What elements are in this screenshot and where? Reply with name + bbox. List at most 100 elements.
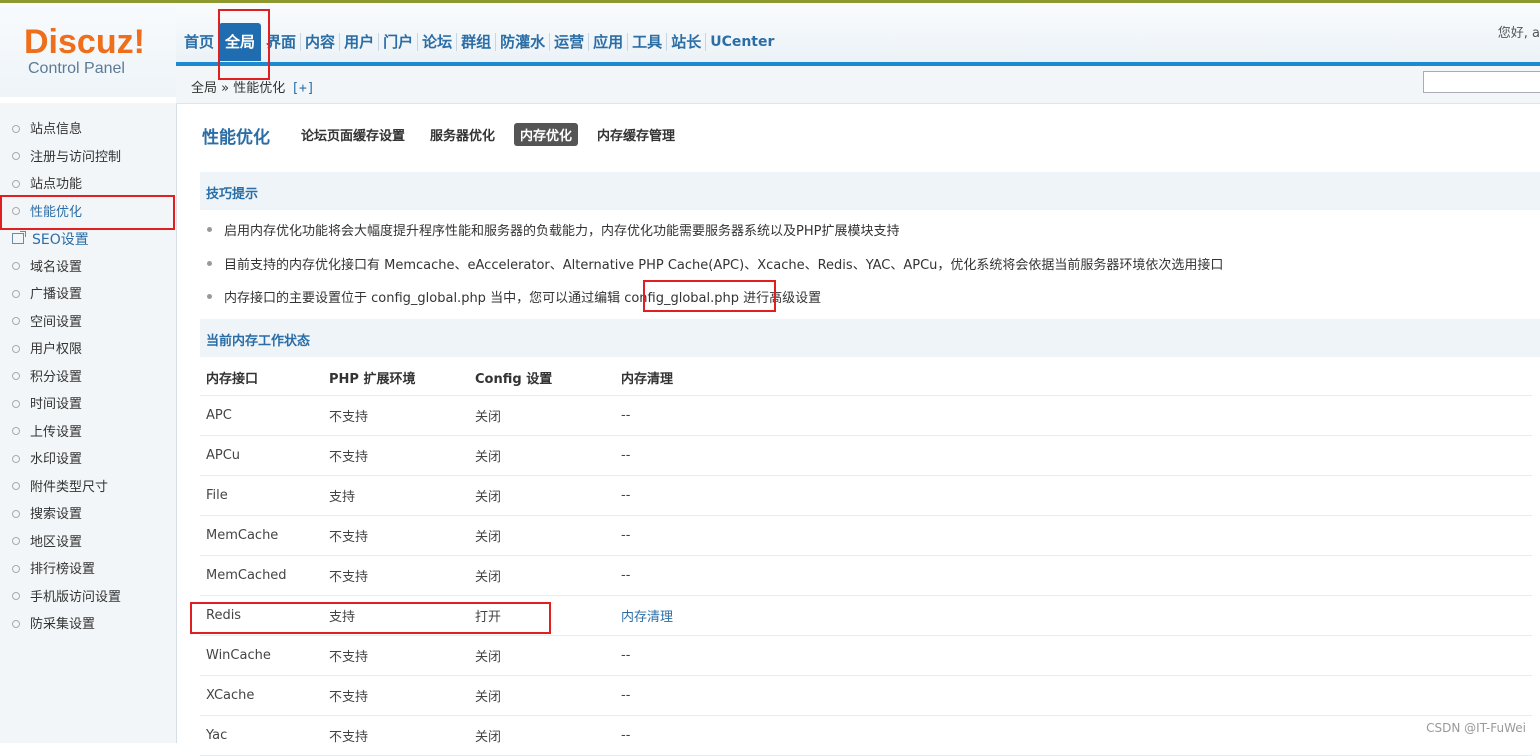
bullet-icon [207, 294, 212, 299]
nav-item[interactable]: 界面 [262, 33, 302, 51]
bullet-icon [12, 207, 20, 215]
table-cell: -- [615, 555, 1532, 596]
sidebar-item[interactable]: 性能优化 [12, 202, 82, 224]
sub-tab[interactable]: 论坛页面缓存设置 [295, 123, 411, 146]
sidebar-item[interactable]: 手机版访问设置 [12, 587, 121, 609]
bullet-icon [12, 262, 20, 270]
nav-item[interactable]: 首页 [180, 33, 220, 51]
status-title: 当前内存工作状态 [206, 334, 311, 349]
tips-header: 技巧提示 [200, 172, 1540, 210]
sidebar-item[interactable]: 域名设置 [12, 257, 82, 279]
table-header-row: 内存接口 PHP 扩展环境 Config 设置 内存清理 [200, 359, 1532, 396]
table-cell: MemCache [200, 515, 323, 556]
sidebar-item[interactable]: 注册与访问控制 [12, 147, 121, 169]
search-input[interactable] [1423, 71, 1540, 93]
table-row: WinCache 不支持 关闭 -- [200, 635, 1532, 676]
sidebar-item-label: 站点功能 [30, 177, 83, 192]
bullet-icon [207, 261, 212, 266]
column-header: 内存接口 [200, 359, 323, 396]
user-greeting: 您好, a [1497, 26, 1540, 41]
sidebar-item[interactable]: 水印设置 [12, 449, 82, 471]
sidebar-item[interactable]: 上传设置 [12, 422, 82, 444]
table-row: XCache 不支持 关闭 -- [200, 675, 1532, 716]
table-cell: Yac [200, 715, 323, 756]
sidebar-item[interactable]: 空间设置 [12, 312, 82, 334]
sub-tab[interactable]: 内存缓存管理 [591, 123, 681, 146]
table-row: MemCached 不支持 关闭 -- [200, 555, 1532, 596]
tip-item: 目前支持的内存优化接口有 Memcache、eAccelerator、Alter… [207, 254, 1223, 273]
nav-item[interactable]: 门户 [379, 33, 419, 51]
table-cell: 支持 [323, 595, 469, 636]
table-cell: 关闭 [469, 515, 615, 556]
nav-item[interactable]: 应用 [589, 33, 629, 51]
table-cell: 不支持 [323, 555, 469, 596]
table-row: File 支持 关闭 -- [200, 475, 1532, 516]
sidebar-item-label: 性能优化 [30, 204, 83, 220]
nav-item[interactable]: 内容 [301, 33, 341, 51]
sidebar-item[interactable]: 时间设置 [12, 394, 82, 416]
add-shortcut-button[interactable]: [+] [291, 81, 314, 96]
table-row: APC 不支持 关闭 -- [200, 395, 1532, 436]
bullet-icon [207, 227, 212, 232]
nav-item[interactable]: 站长 [667, 33, 707, 51]
sidebar-item[interactable]: 搜索设置 [12, 504, 82, 526]
table-cell: 关闭 [469, 395, 615, 436]
sidebar-item[interactable]: 防采集设置 [12, 614, 95, 636]
bullet-icon [12, 537, 20, 545]
sidebar-item[interactable]: 附件类型尺寸 [12, 477, 108, 499]
sidebar-item[interactable]: SEO设置 [12, 229, 89, 251]
table-cell: 支持 [323, 475, 469, 516]
nav-item[interactable]: 防灌水 [496, 33, 551, 51]
sidebar-item[interactable]: 地区设置 [12, 532, 82, 554]
table-cell: 关闭 [469, 635, 615, 676]
sidebar-item[interactable]: 站点功能 [12, 174, 82, 196]
tip-item: 启用内存优化功能将会大幅度提升程序性能和服务器的负载能力，内存优化功能需要服务器… [207, 220, 899, 239]
header: 首页 全局 界面 内容 用户 门户 论坛 群组 防灌水 运营 应用 工具 站长 UCenter 您好, a [176, 3, 1540, 66]
table-cell: 关闭 [469, 555, 615, 596]
logo[interactable]: Discuz! Control Panel [0, 3, 176, 97]
bullet-icon [12, 619, 20, 628]
table-cell: XCache [200, 675, 323, 716]
sub-tab[interactable]: 服务器优化 [424, 123, 501, 146]
nav-item[interactable]: 论坛 [418, 33, 458, 51]
table-cell: 不支持 [323, 395, 469, 436]
sidebar-item[interactable]: 积分设置 [12, 367, 82, 389]
table-cell: -- [615, 475, 1532, 516]
nav-item[interactable]: 用户 [340, 33, 380, 51]
nav-item[interactable]: 工具 [628, 33, 668, 51]
sidebar-item-label: 注册与访问控制 [30, 149, 122, 165]
bullet-icon [12, 372, 20, 380]
sidebar-item[interactable]: 广播设置 [12, 284, 82, 306]
sidebar-item-label: 防采集设置 [30, 617, 96, 632]
sidebar-item-label: 附件类型尺寸 [30, 479, 109, 495]
tips-title: 技巧提示 [206, 187, 259, 202]
bullet-icon [12, 482, 20, 490]
logo-subtitle: Control Panel [28, 60, 125, 77]
sidebar-item[interactable]: 站点信息 [12, 119, 82, 141]
breadcrumb-row: 全局 » 性能优化 [+] [176, 66, 1540, 104]
table-cell: -- [615, 675, 1532, 716]
sidebar-item-label: 积分设置 [30, 369, 83, 385]
main-content: 性能优化 论坛页面缓存设置 服务器优化 内存优化 内存缓存管理 技巧提示 启用内存优化… [177, 104, 1540, 756]
sidebar-item-label: 搜索设置 [30, 507, 83, 522]
table-cell: 关闭 [469, 675, 615, 716]
sidebar-item-label: 时间设置 [30, 397, 83, 412]
sidebar-item-label: 广播设置 [30, 287, 83, 302]
nav-item[interactable]: UCenter [706, 33, 778, 51]
sub-tab[interactable]: 内存优化 [514, 123, 579, 146]
clear-memory-link[interactable]: 内存清理 [621, 610, 673, 625]
tip-item: 内存接口的主要设置位于 config_global.php 当中，您可以通过编辑… [207, 287, 821, 306]
logo-word: Discuz! [24, 23, 145, 61]
sidebar-item[interactable]: 用户权限 [12, 339, 82, 361]
bullet-icon [12, 152, 20, 160]
sidebar-item-label: 站点信息 [30, 122, 83, 137]
nav-item[interactable]: 全局 [219, 23, 262, 61]
nav-item[interactable]: 运营 [550, 33, 590, 51]
top-nav: 首页 全局 界面 内容 用户 门户 论坛 群组 防灌水 运营 应用 工具 站长 UCenter [180, 23, 778, 61]
nav-item[interactable]: 群组 [457, 33, 497, 51]
sidebar-item[interactable]: 排行榜设置 [12, 559, 95, 581]
bullet-icon [12, 399, 20, 408]
sidebar-item-label: SEO设置 [32, 232, 89, 248]
table-cell: -- [615, 515, 1532, 556]
table-cell: WinCache [200, 635, 323, 676]
